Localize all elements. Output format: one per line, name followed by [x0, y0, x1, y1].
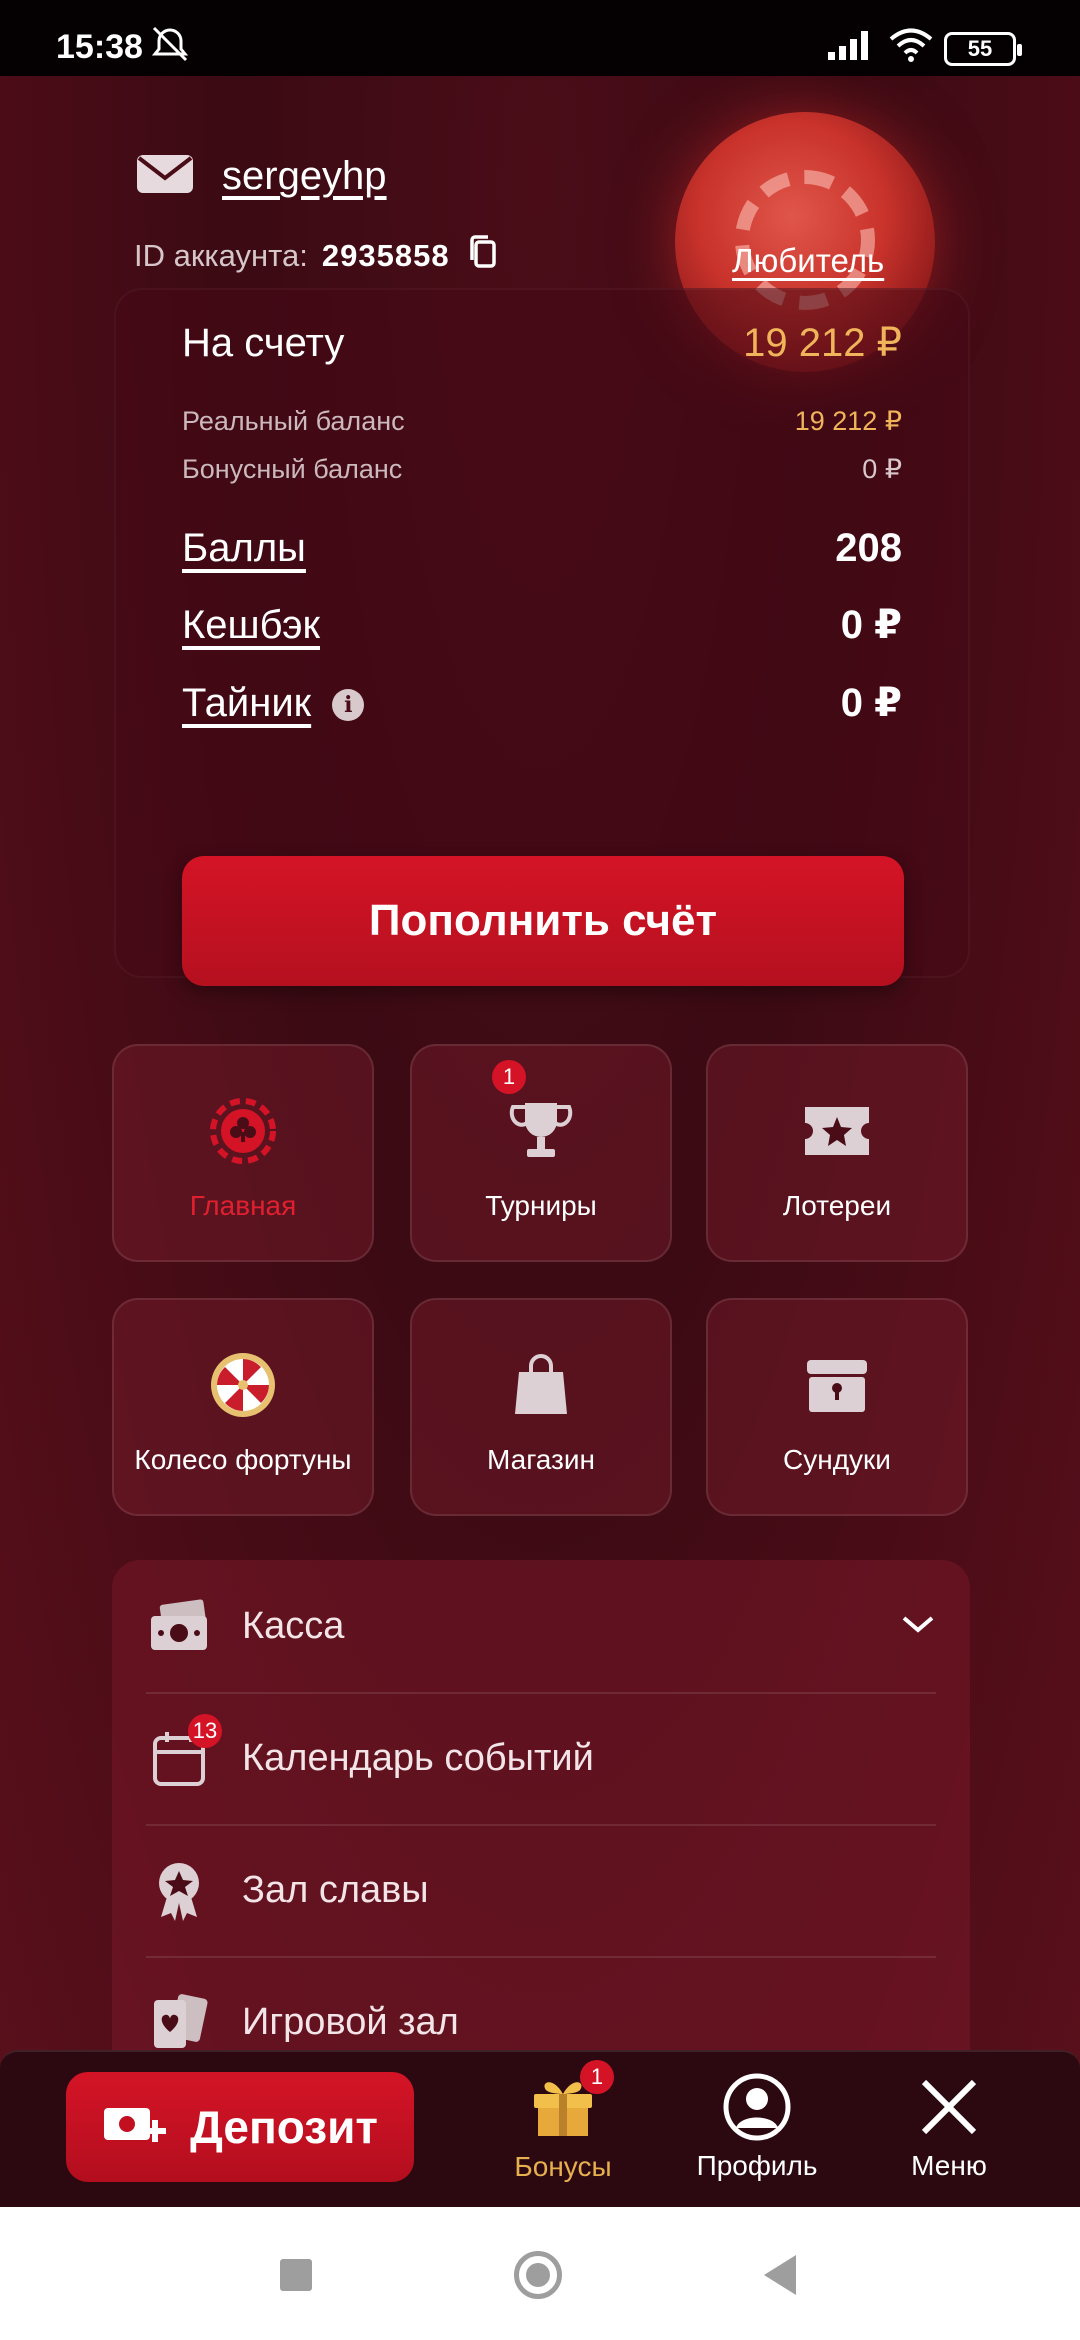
- total-balance-label: На счету: [182, 320, 345, 365]
- account-id-value: 2935858: [321, 238, 450, 273]
- tile-chests[interactable]: Сундуки: [706, 1298, 968, 1516]
- tile-label: Турниры: [485, 1190, 597, 1221]
- signal-icon: [826, 28, 876, 71]
- real-balance-label: Реальный баланс: [182, 406, 405, 436]
- stash-row: Тайник i 0 ₽: [182, 680, 902, 726]
- battery-level: 55: [967, 36, 993, 61]
- account-id-label: ID аккаунта:: [134, 238, 308, 273]
- username-link[interactable]: sergeyhp: [222, 154, 387, 199]
- menu-item-label: Игровой зал: [242, 2000, 459, 2043]
- tile-label: Главная: [189, 1190, 297, 1221]
- shopping-bag-icon: [513, 1350, 569, 1420]
- real-balance-row: Реальный баланс 19 212 ₽: [182, 406, 902, 437]
- clock: 15:38: [56, 28, 143, 66]
- user-row: sergeyhp: [136, 154, 387, 199]
- account-id: ID аккаунта: 2935858: [134, 234, 500, 278]
- menu-item-cash[interactable]: Касса: [146, 1560, 936, 1694]
- back-icon[interactable]: [764, 2255, 796, 2295]
- stash-link[interactable]: Тайник: [182, 681, 311, 725]
- tile-fortune-wheel[interactable]: Колесо фортуны: [112, 1298, 374, 1516]
- info-icon[interactable]: i: [332, 688, 365, 721]
- cashback-link[interactable]: Кешбэк: [182, 603, 320, 648]
- mail-icon[interactable]: [136, 154, 194, 199]
- tile-label: Колесо фортуны: [134, 1444, 352, 1475]
- stash-value: 0 ₽: [840, 681, 902, 725]
- recents-icon[interactable]: [280, 2259, 312, 2291]
- real-balance-value: 19 212 ₽: [794, 406, 902, 436]
- cashback-row: Кешбэк 0 ₽: [182, 602, 902, 648]
- alarm-muted-icon: [148, 24, 192, 73]
- calendar-icon: 13: [146, 1714, 222, 1788]
- cashback-value: 0 ₽: [840, 603, 902, 647]
- bonus-balance-value: 0 ₽: [862, 454, 902, 484]
- nav-profile[interactable]: Профиль: [682, 2072, 832, 2182]
- nav-bonuses[interactable]: 1 Бонусы: [488, 2060, 638, 2183]
- chevron-down-icon[interactable]: [900, 1612, 936, 1641]
- nav-label: Профиль: [696, 2150, 818, 2181]
- club-chip-icon: [210, 1096, 276, 1166]
- fortune-wheel-icon: [209, 1350, 277, 1420]
- chest-icon: [805, 1350, 869, 1420]
- tile-shop[interactable]: Магазин: [410, 1298, 672, 1516]
- battery-icon: 55: [944, 32, 1022, 66]
- tile-label: Магазин: [486, 1444, 595, 1475]
- award-icon: [146, 1859, 212, 1921]
- system-nav-bar: [0, 2207, 1080, 2340]
- tile-label: Лотереи: [782, 1190, 892, 1221]
- bonuses-badge: 1: [580, 2060, 614, 2094]
- rank-link[interactable]: Любитель: [732, 242, 884, 280]
- app-screen: sergeyhp ID аккаунта: 2935858 Любитель Н…: [0, 76, 1080, 2207]
- close-icon: [921, 2079, 977, 2135]
- menu-item-label: Зал славы: [242, 1868, 429, 1911]
- bonus-balance-label: Бонусный баланс: [182, 454, 403, 484]
- cash-icon: [146, 1598, 212, 1654]
- home-icon[interactable]: [514, 2251, 562, 2299]
- total-balance-row: На счету 19 212 ₽: [182, 320, 902, 366]
- copy-icon[interactable]: [466, 234, 500, 278]
- status-bar: 15:38 55: [0, 0, 1080, 76]
- topup-button[interactable]: Пополнить счёт: [182, 856, 904, 986]
- tournaments-badge: 1: [492, 1060, 526, 1094]
- menu-item-label: Календарь событий: [242, 1736, 594, 1779]
- menu-item-calendar[interactable]: 13 Календарь событий: [146, 1692, 936, 1826]
- menu-item-hall-of-fame[interactable]: Зал славы: [146, 1824, 936, 1958]
- cash-plus-icon: [104, 2108, 167, 2142]
- points-link[interactable]: Баллы: [182, 526, 306, 571]
- nav-label: Меню: [911, 2150, 987, 2181]
- tile-home[interactable]: Главная: [112, 1044, 374, 1262]
- points-value: 208: [835, 526, 902, 570]
- points-row: Баллы 208: [182, 526, 902, 571]
- nav-menu[interactable]: Меню: [874, 2072, 1024, 2182]
- tile-label: Сундуки: [783, 1444, 891, 1475]
- menu-item-label: Касса: [242, 1604, 345, 1647]
- balance-card: На счету 19 212 ₽ Реальный баланс 19 212…: [114, 288, 970, 986]
- gift-icon: 1: [528, 2060, 614, 2143]
- profile-icon: [723, 2073, 791, 2141]
- cards-icon: [146, 1992, 212, 2052]
- calendar-badge: 13: [188, 1714, 222, 1748]
- nav-label: Бонусы: [514, 2151, 612, 2182]
- deposit-button[interactable]: Депозит: [66, 2072, 414, 2182]
- deposit-label: Депозит: [190, 2101, 378, 2153]
- tile-tournaments[interactable]: 1 Турниры: [410, 1044, 672, 1262]
- wifi-icon: [888, 26, 934, 73]
- bottom-nav: Депозит 1 Бонусы Профиль Меню: [0, 2050, 1080, 2207]
- bonus-balance-row: Бонусный баланс 0 ₽: [182, 454, 902, 485]
- ticket-star-icon: [803, 1096, 871, 1166]
- total-balance-value: 19 212 ₽: [743, 321, 902, 365]
- trophy-icon: [507, 1096, 575, 1166]
- tile-lotteries[interactable]: Лотереи: [706, 1044, 968, 1262]
